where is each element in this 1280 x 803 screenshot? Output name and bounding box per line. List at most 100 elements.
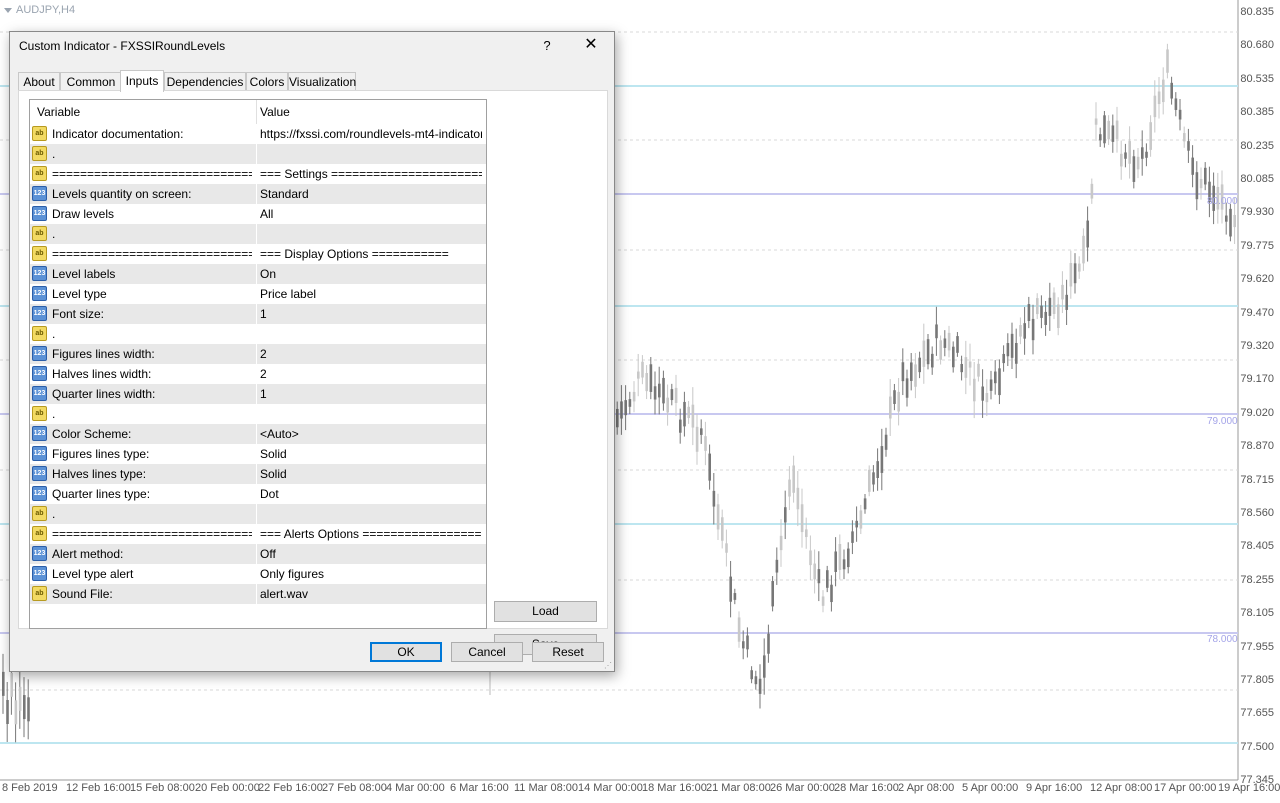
candle-body [1170, 82, 1173, 99]
table-row[interactable]: 123 Alert method: Off [30, 544, 486, 565]
candle-body [1120, 153, 1123, 167]
price-tick-label: 79.170 [1240, 373, 1274, 386]
value-cell[interactable]: Standard [260, 187, 482, 201]
value-cell[interactable]: Only figures [260, 567, 482, 581]
price-tick-label: 80.235 [1240, 139, 1274, 152]
number-type-icon: 123 [32, 486, 47, 501]
value-cell[interactable]: Solid [260, 467, 482, 481]
table-row[interactable]: ab. [30, 224, 486, 245]
value-cell[interactable]: === Settings ===========================… [260, 167, 482, 181]
value-cell[interactable]: On [260, 267, 482, 281]
candle-body [859, 510, 863, 529]
value-cell[interactable]: alert.wav [260, 587, 482, 601]
price-tick-label: 78.560 [1240, 507, 1274, 519]
tab-dependencies[interactable]: Dependencies [164, 72, 246, 91]
reset-button[interactable]: Reset [532, 642, 604, 662]
value-cell[interactable]: === Alerts Options =====================… [260, 527, 482, 541]
table-row[interactable]: 123 Figures lines width: 2 [30, 344, 486, 365]
candle-body [800, 504, 804, 533]
table-row[interactable]: 123 Level labels On [30, 264, 486, 285]
tab-inputs[interactable]: Inputs [120, 70, 164, 92]
variable-cell: . [52, 407, 56, 421]
table-row[interactable]: ab. [30, 404, 486, 425]
ok-button[interactable]: OK [370, 642, 442, 662]
candle-body [771, 581, 774, 607]
level-price-label: 80.000 [1207, 196, 1238, 207]
candle-body [842, 559, 846, 570]
table-row[interactable]: 123 Quarter lines type: Dot [30, 484, 486, 505]
table-row[interactable]: ab. [30, 324, 486, 345]
table-row[interactable]: ab Sound File: alert.wav [30, 584, 486, 605]
candle-body [1031, 318, 1035, 341]
price-tick-label: 80.835 [1240, 6, 1274, 18]
table-row[interactable]: 123 Level type alert Only figures [30, 564, 486, 585]
value-cell[interactable]: 1 [260, 307, 482, 321]
value-cell[interactable]: Dot [260, 487, 482, 501]
candle-body [989, 379, 993, 391]
value-cell[interactable]: 2 [260, 367, 482, 381]
load-button[interactable]: Load [494, 601, 597, 622]
candle-body [1036, 298, 1039, 315]
candle-body [1111, 125, 1115, 142]
column-header-variable[interactable]: Variable [37, 105, 80, 119]
date-tick-label: 21 Mar 08:00 [706, 782, 771, 794]
table-row[interactable]: 123 Font size: 1 [30, 304, 486, 325]
price-tick-label: 77.955 [1240, 640, 1274, 653]
price-tick-label: 79.470 [1240, 306, 1274, 319]
value-cell[interactable]: Price label [260, 287, 482, 301]
inputs-panel: Variable Value ab Indicator documentation… [18, 90, 608, 655]
tab-common[interactable]: Common [60, 72, 122, 91]
tab-visualization[interactable]: Visualization [288, 72, 356, 91]
candle-body [901, 362, 905, 382]
resize-grip-icon[interactable]: ⋰ [604, 661, 612, 670]
table-row[interactable]: 123 Halves lines width: 2 [30, 364, 486, 385]
price-tick-label: 79.320 [1240, 340, 1274, 352]
candle-body [1145, 151, 1148, 158]
cancel-button[interactable]: Cancel [451, 642, 523, 662]
value-cell[interactable]: === Display Options =========== [260, 247, 482, 261]
table-row[interactable]: ab ==================================== ==… [30, 164, 486, 185]
inputs-table[interactable]: Variable Value ab Indicator documentation… [29, 99, 487, 629]
value-cell[interactable]: https://fxssi.com/roundlevels-mt4-indica… [260, 127, 482, 141]
table-row[interactable]: 123 Quarter lines width: 1 [30, 384, 486, 405]
variable-cell: Color Scheme: [52, 427, 132, 441]
table-row[interactable]: 123 Level type Price label [30, 284, 486, 305]
column-header-value[interactable]: Value [260, 105, 290, 119]
tab-about[interactable]: About [18, 72, 60, 91]
table-row[interactable]: 123 Draw levels All [30, 204, 486, 225]
value-cell[interactable]: Off [260, 547, 482, 561]
number-type-icon: 123 [32, 186, 47, 201]
candle-body [1128, 141, 1131, 164]
variable-cell: Sound File: [52, 587, 113, 601]
table-row[interactable]: ab ==================================== ==… [30, 244, 486, 265]
candle-body [1115, 120, 1119, 139]
value-cell[interactable]: All [260, 207, 482, 221]
table-row[interactable]: 123 Levels quantity on screen: Standard [30, 184, 486, 205]
table-row[interactable]: ab. [30, 504, 486, 525]
help-button[interactable]: ? [539, 38, 555, 53]
candle-body [977, 363, 980, 377]
candle-body [742, 641, 745, 649]
candle-body [649, 364, 653, 392]
value-cell[interactable]: 2 [260, 347, 482, 361]
table-row[interactable]: 123 Halves lines type: Solid [30, 464, 486, 485]
value-cell[interactable]: <Auto> [260, 427, 482, 441]
candle-body [834, 551, 837, 572]
candle-body [994, 371, 997, 384]
close-icon[interactable]: ✕ [580, 35, 602, 55]
candle-body [876, 461, 879, 478]
candle-body [817, 569, 821, 584]
candle-body [14, 700, 18, 725]
table-row[interactable]: ab Indicator documentation: https://fxssi.… [30, 124, 486, 145]
table-row[interactable]: 123 Figures lines type: Solid [30, 444, 486, 465]
candle-body [935, 324, 938, 339]
table-row[interactable]: ab ==================================== ==… [30, 524, 486, 545]
string-type-icon: ab [32, 506, 47, 521]
table-row[interactable]: 123 Color Scheme: <Auto> [30, 424, 486, 445]
value-cell[interactable]: Solid [260, 447, 482, 461]
table-row[interactable]: ab. [30, 144, 486, 165]
candle-body [910, 362, 913, 381]
value-cell[interactable]: 1 [260, 387, 482, 401]
tab-colors[interactable]: Colors [246, 72, 288, 91]
price-tick-label: 78.105 [1240, 607, 1274, 620]
